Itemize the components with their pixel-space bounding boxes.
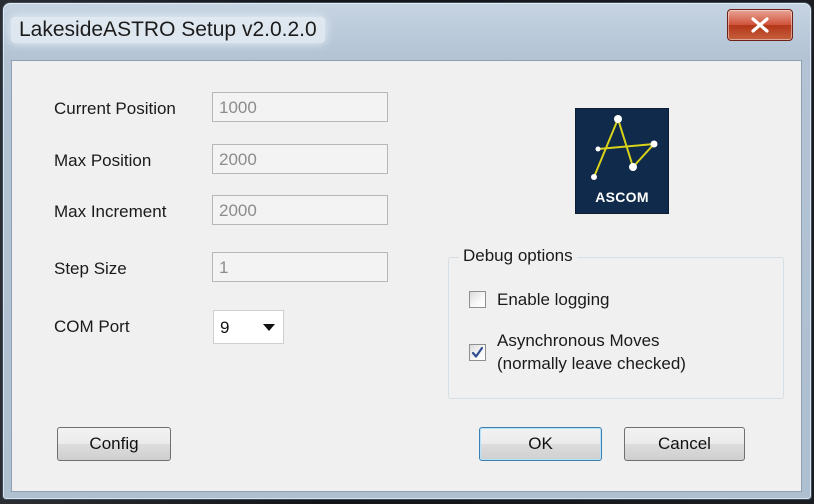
ascom-logo: ASCOM xyxy=(575,108,669,214)
enable-logging-checkbox[interactable] xyxy=(469,291,486,308)
ascom-logo-text: ASCOM xyxy=(595,189,649,205)
close-button[interactable] xyxy=(727,9,793,41)
step-size-field[interactable]: 1 xyxy=(212,252,388,282)
cancel-button[interactable]: Cancel xyxy=(624,427,745,461)
com-port-dropdown[interactable]: 9 xyxy=(213,310,284,344)
enable-logging-label: Enable logging xyxy=(497,290,610,309)
max-position-field[interactable]: 2000 xyxy=(212,144,388,174)
dialog-client-area: Current Position 1000 Max Position 2000 … xyxy=(11,60,802,492)
async-moves-checkbox[interactable] xyxy=(469,344,486,361)
title-bar: LakesideASTRO Setup v2.0.2.0 xyxy=(3,3,811,59)
step-size-label: Step Size xyxy=(54,259,127,278)
debug-options-title: Debug options xyxy=(459,246,577,266)
max-increment-field[interactable]: 2000 xyxy=(212,195,388,225)
chevron-down-icon xyxy=(263,324,275,331)
config-button[interactable]: Config xyxy=(57,427,171,461)
com-port-label: COM Port xyxy=(54,317,130,336)
async-moves-label-line2: (normally leave checked) xyxy=(497,354,686,373)
current-position-field[interactable]: 1000 xyxy=(212,92,388,122)
window-title: LakesideASTRO Setup v2.0.2.0 xyxy=(11,17,325,43)
max-position-label: Max Position xyxy=(54,151,152,170)
setup-dialog: LakesideASTRO Setup v2.0.2.0 Current Pos… xyxy=(2,2,812,500)
async-moves-label-line1: Asynchronous Moves xyxy=(497,331,660,350)
com-port-value: 9 xyxy=(220,318,230,337)
ok-button[interactable]: OK xyxy=(479,427,602,461)
max-increment-label: Max Increment xyxy=(54,202,167,221)
current-position-label: Current Position xyxy=(54,99,176,118)
close-x-icon xyxy=(751,17,769,33)
debug-options-group xyxy=(448,257,784,399)
check-icon xyxy=(471,346,484,358)
